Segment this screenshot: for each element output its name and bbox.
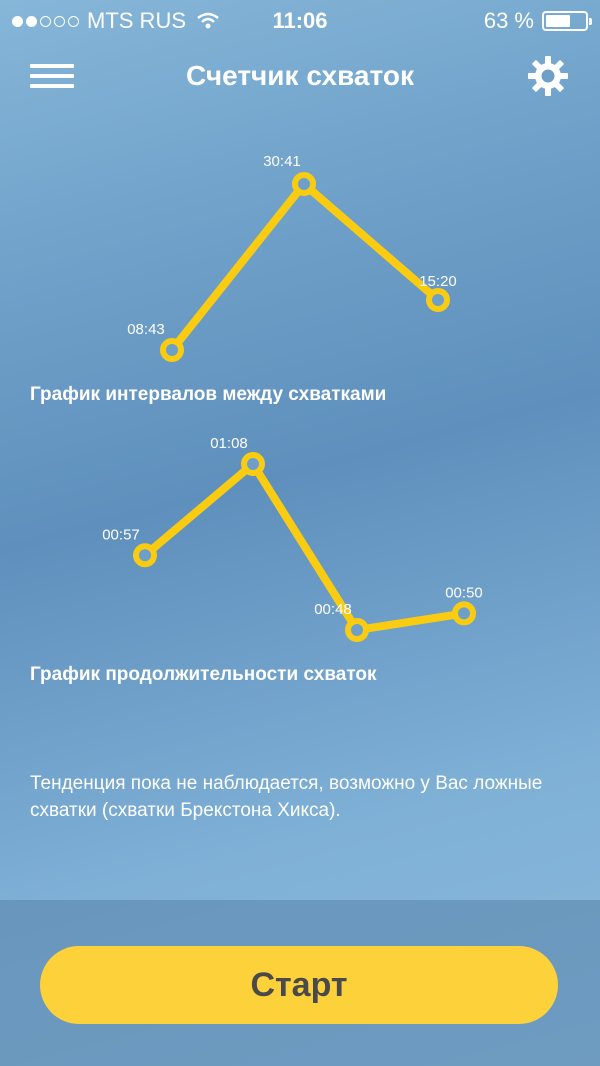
data-label: 30:41 bbox=[263, 153, 301, 170]
data-point bbox=[241, 452, 265, 476]
series-line bbox=[168, 180, 441, 353]
series-line bbox=[142, 460, 465, 634]
duration-chart-title: График продолжительности схваток bbox=[30, 664, 377, 685]
gear-icon[interactable] bbox=[526, 54, 570, 98]
data-label: 15:20 bbox=[419, 273, 457, 290]
data-point bbox=[345, 618, 369, 642]
trend-message: Тенденция пока не наблюдается, возможно … bbox=[30, 773, 543, 821]
data-label: 08:43 bbox=[127, 321, 165, 338]
data-label: 00:50 bbox=[445, 584, 483, 601]
data-point bbox=[160, 338, 184, 362]
interval-chart-title: График интервалов между схватками bbox=[30, 384, 387, 405]
data-label: 00:57 bbox=[102, 526, 140, 543]
data-point bbox=[452, 601, 476, 626]
battery-icon bbox=[542, 11, 592, 31]
interval-chart: 08:43 30:41 15:20 bbox=[127, 153, 457, 362]
duration-chart: 00:57 01:08 00:48 00:50 bbox=[102, 435, 483, 642]
data-label: 00:48 bbox=[314, 601, 352, 618]
battery-percent: 63 % bbox=[483, 8, 534, 33]
data-point bbox=[292, 172, 316, 196]
data-point bbox=[426, 287, 450, 312]
data-label: 01:08 bbox=[210, 435, 248, 452]
start-button[interactable]: Старт bbox=[40, 946, 558, 1024]
data-point bbox=[133, 543, 157, 568]
status-bar: MTS RUS 11:06 63 % bbox=[0, 0, 600, 40]
status-right: 63 % bbox=[483, 8, 592, 34]
nav-bar: Счетчик схваток bbox=[0, 50, 600, 106]
page-title: Счетчик схваток bbox=[186, 60, 414, 91]
battery-fill bbox=[546, 15, 570, 27]
